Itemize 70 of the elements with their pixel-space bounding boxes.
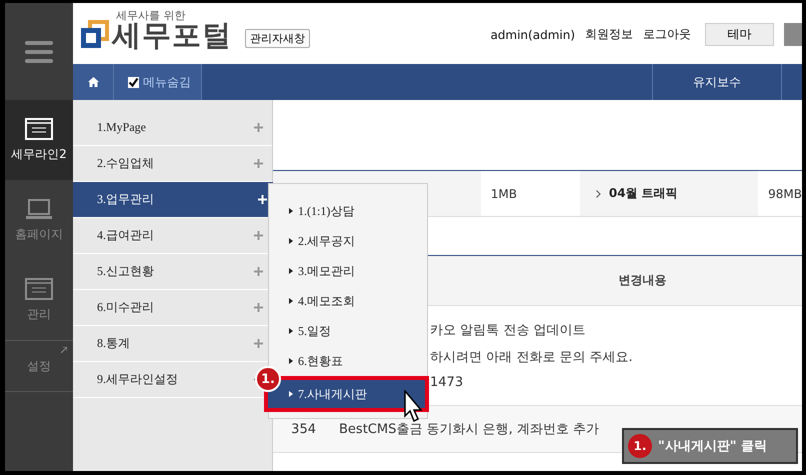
home-button[interactable] xyxy=(73,64,114,100)
triangle-icon xyxy=(289,298,293,304)
menu-hide-label: 메뉴숨김 xyxy=(143,74,191,90)
plus-icon xyxy=(254,231,263,240)
triangle-icon xyxy=(289,358,293,364)
submenu-item[interactable]: 4.메모조회 xyxy=(269,293,427,309)
triangle-icon xyxy=(289,328,293,334)
logo-title: 세무포털 xyxy=(112,21,232,50)
table-cell-text: BestCMS출금 동기화시 은행, 계좌번호 추가 xyxy=(338,421,599,438)
menu-label: 3.업무관리 xyxy=(97,191,154,208)
menu-label: 4.급여관리 xyxy=(97,227,154,244)
menu-label: 9.세무라인설정 xyxy=(97,371,178,388)
menu-item[interactable]: 3.업무관리 xyxy=(73,182,276,218)
notice-line: 카오 알림톡 전송 업데이트 xyxy=(430,322,586,339)
column-header: 변경내용 xyxy=(618,272,666,289)
notice-line: 하시려면 아래 전화로 문의 주세요. xyxy=(430,349,634,366)
submenu-label: 5.일정 xyxy=(298,322,331,340)
window-icon xyxy=(25,118,53,140)
plus-icon xyxy=(254,339,263,348)
submenu-label: 4.메모조회 xyxy=(298,292,355,310)
triangle-icon xyxy=(289,208,293,214)
usage-value: 1MB xyxy=(490,186,518,200)
laptop-icon xyxy=(25,198,53,220)
menu-icon[interactable] xyxy=(25,40,53,62)
rail-label: 홈페이지 xyxy=(15,226,63,242)
submenu-label: 2.세무공지 xyxy=(298,232,355,250)
rail-label: 설정 xyxy=(27,358,51,374)
callout-text: "사내게시판" 클릭 xyxy=(658,438,768,455)
menu-label: 5.신고현황 xyxy=(97,263,154,280)
menu-label: 2.수임업체 xyxy=(97,155,154,172)
triangle-icon xyxy=(289,391,293,397)
plus-icon xyxy=(254,303,263,312)
menu-item[interactable]: 1.MyPage xyxy=(73,110,272,146)
submenu-label: 7.사내게시판 xyxy=(298,386,367,402)
triangle-icon xyxy=(289,238,293,244)
arrow-icon xyxy=(61,347,67,353)
plus-icon xyxy=(254,267,263,276)
menu-label: 6.미수관리 xyxy=(97,299,154,316)
checkbox[interactable] xyxy=(128,76,139,88)
submenu-item[interactable]: 3.메모관리 xyxy=(269,263,427,279)
triangle-icon xyxy=(289,268,293,274)
submenu-item[interactable]: 6.현황표 xyxy=(269,353,427,369)
plus-icon xyxy=(254,159,263,168)
submenu-item[interactable]: 5.일정 xyxy=(269,323,427,339)
traffic-label: 04월 트래픽 xyxy=(608,185,678,202)
table-cell-text: 354 xyxy=(290,422,316,436)
theme-button[interactable]: 테마 xyxy=(705,23,774,46)
traffic-value: 98MB xyxy=(768,186,802,200)
step-badge: 1. xyxy=(628,434,652,458)
home-icon xyxy=(88,77,98,87)
submenu-item[interactable]: 2.세무공지 xyxy=(269,233,427,249)
submenu-label: 6.현황표 xyxy=(298,352,343,370)
submenu-label: 1.(1:1)상담 xyxy=(298,202,354,220)
logo-icon xyxy=(81,20,109,50)
nav-tab[interactable]: 유지보수 xyxy=(652,64,782,100)
plus-icon xyxy=(254,123,263,132)
admin-window-button[interactable]: 관리자새창 xyxy=(245,29,310,48)
user-name: admin(admin) xyxy=(490,28,575,42)
rail-item[interactable]: 세무라인2 xyxy=(5,100,73,180)
logo-tagline: 세무사를 위한 xyxy=(116,10,186,21)
notice-line: 1473 xyxy=(430,375,464,390)
header-link[interactable]: 로그아웃 xyxy=(643,26,691,43)
submenu-label: 3.메모관리 xyxy=(298,262,355,280)
rail-label: 관리 xyxy=(27,306,51,322)
header-link[interactable]: 회원정보 xyxy=(585,26,633,43)
menu-label: 1.MyPage xyxy=(97,120,146,135)
menu-label: 8.통계 xyxy=(97,335,130,352)
window-icon xyxy=(25,278,53,300)
rail-label: 세무라인2 xyxy=(11,146,67,162)
chevron-icon xyxy=(596,190,601,198)
